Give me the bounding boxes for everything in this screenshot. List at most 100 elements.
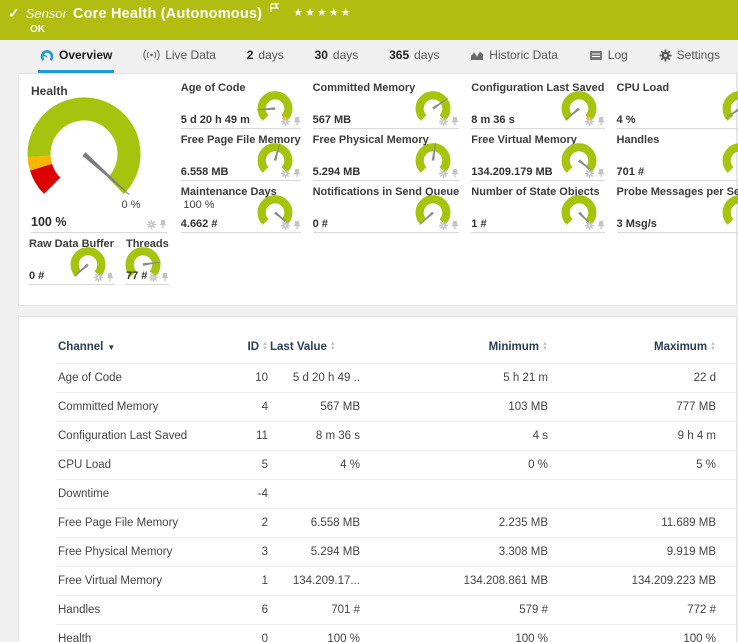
- channel-table-panel: Channel▼ ID▲▼ Last Value▲▼ Minimum▲▼ Max…: [18, 316, 737, 642]
- table-row[interactable]: CPU Load 5 4 % 0 % 5 %: [56, 451, 738, 480]
- channel-gauge-tile[interactable]: Number of State Objects 1 #: [469, 184, 604, 236]
- col-header-last-value[interactable]: Last Value▲▼: [268, 337, 360, 364]
- gear-icon[interactable]: [585, 117, 594, 126]
- priority-flag-icon[interactable]: [270, 0, 279, 18]
- channel-minimum: 3.308 MB: [360, 538, 548, 567]
- channel-maximum: 772 #: [548, 596, 716, 625]
- gear-icon[interactable]: [439, 117, 448, 126]
- col-header-minimum[interactable]: Minimum▲▼: [360, 337, 548, 364]
- pin-icon[interactable]: [451, 220, 459, 230]
- gear-icon[interactable]: [147, 220, 156, 229]
- col-header-channel[interactable]: Channel▼: [56, 337, 206, 364]
- pin-icon[interactable]: [597, 168, 605, 178]
- table-row[interactable]: Committed Memory 4 567 MB 103 MB 777 MB: [56, 393, 738, 422]
- pin-icon[interactable]: [451, 168, 459, 178]
- gear-icon[interactable]: [281, 169, 290, 178]
- health-gauge-value: 100 %: [31, 215, 66, 229]
- channel-gauge-tile[interactable]: Free Virtual Memory 134.209.179 MB: [469, 132, 604, 184]
- channel-maximum: 9.919 MB: [548, 538, 716, 567]
- channel-gauge-tile[interactable]: Notifications in Send Queue 0 #: [311, 184, 460, 236]
- gauge-value: 1 #: [471, 218, 486, 230]
- channel-last-value: 134.209.17...: [268, 567, 360, 596]
- sort-desc-icon: ▼: [107, 343, 115, 352]
- gear-icon[interactable]: [585, 169, 594, 178]
- channel-gauge-tile[interactable]: Probe Messages per Second 3 Msg/s: [615, 184, 738, 236]
- pin-icon[interactable]: [293, 220, 301, 230]
- gear-icon[interactable]: [439, 221, 448, 230]
- priority-stars[interactable]: ★★★★★: [293, 6, 352, 19]
- pin-icon[interactable]: [293, 116, 301, 126]
- channel-maximum: 22 d: [548, 364, 716, 393]
- channel-gauge-tile[interactable]: Maintenance Days 4.662 #: [179, 184, 301, 236]
- pin-icon[interactable]: [159, 219, 167, 229]
- tab-2-days[interactable]: 2days: [245, 40, 286, 73]
- tab-settings[interactable]: Settings: [657, 40, 722, 73]
- health-scale-min: 0 %: [122, 199, 141, 211]
- gear-icon[interactable]: [439, 169, 448, 178]
- channel-minimum: 5 h 21 m: [360, 364, 548, 393]
- gauge-icon: [40, 49, 54, 62]
- gauge-value: 3 Msg/s: [617, 218, 657, 230]
- channel-name: Age of Code: [56, 364, 206, 393]
- table-row[interactable]: Handles 6 701 # 579 # 772 #: [56, 596, 738, 625]
- channel-maximum: [548, 480, 716, 509]
- table-row[interactable]: Health 0 100 % 100 % 100 %: [56, 625, 738, 642]
- table-row[interactable]: Free Page File Memory 2 6.558 MB 2.235 M…: [56, 509, 738, 538]
- pin-icon[interactable]: [106, 272, 114, 282]
- channel-gauge-tile[interactable]: Threads 77 #: [124, 236, 169, 288]
- channel-gauge-tile[interactable]: CPU Load 4 %: [615, 80, 738, 132]
- tab-live-data[interactable]: Live Data: [141, 40, 218, 73]
- table-row[interactable]: Downtime -4: [56, 480, 738, 509]
- channel-gauge-tile[interactable]: Handles 701 #: [615, 132, 738, 184]
- channel-gauge-tile[interactable]: Free Page File Memory 6.558 MB: [179, 132, 301, 184]
- table-row[interactable]: Free Virtual Memory 1 134.209.17... 134.…: [56, 567, 738, 596]
- gauge-value: 701 #: [617, 166, 645, 178]
- gauge-grid: Health 0 % 100 % 100 % Age of Code: [19, 74, 736, 288]
- gauge-value: 8 m 36 s: [471, 114, 514, 126]
- gear-icon[interactable]: [281, 221, 290, 230]
- tab-365-days[interactable]: 365days: [387, 40, 441, 73]
- channel-id: 10: [206, 364, 268, 393]
- gauge-value: 0 #: [29, 270, 44, 282]
- channel-id: -4: [206, 480, 268, 509]
- channel-gauge-tile[interactable]: Configuration Last Saved 8 m 36 s: [469, 80, 604, 132]
- tab-historic-data[interactable]: Historic Data: [468, 40, 560, 73]
- gear-icon[interactable]: [281, 117, 290, 126]
- channel-id: 1: [206, 567, 268, 596]
- pin-icon[interactable]: [293, 168, 301, 178]
- table-row[interactable]: Free Physical Memory 3 5.294 MB 3.308 MB…: [56, 538, 738, 567]
- table-row[interactable]: Configuration Last Saved 11 8 m 36 s 4 s…: [56, 422, 738, 451]
- pin-icon[interactable]: [451, 116, 459, 126]
- channel-last-value: [268, 480, 360, 509]
- col-header-id[interactable]: ID▲▼: [206, 337, 268, 364]
- channel-minimum: 2.235 MB: [360, 509, 548, 538]
- gear-icon[interactable]: [94, 273, 103, 282]
- channel-gauge-tile[interactable]: Age of Code 5 d 20 h 49 m: [179, 80, 301, 132]
- table-row[interactable]: Age of Code 10 5 d 20 h 49 .. 5 h 21 m 2…: [56, 364, 738, 393]
- col-header-maximum[interactable]: Maximum▲▼: [548, 337, 716, 364]
- gear-icon: [659, 49, 672, 62]
- gauge-value: 4.662 #: [181, 218, 218, 230]
- channel-name: Handles: [56, 596, 206, 625]
- sort-icon: ▲▼: [262, 342, 268, 352]
- channel-last-value: 5.294 MB: [268, 538, 360, 567]
- channel-table-body: Age of Code 10 5 d 20 h 49 .. 5 h 21 m 2…: [56, 364, 738, 642]
- tab-overview[interactable]: Overview: [38, 40, 114, 73]
- health-arc-amber: [39, 156, 41, 167]
- health-gauge-tile[interactable]: Health 0 % 100 % 100 %: [27, 80, 169, 236]
- tab-log[interactable]: Log: [587, 40, 630, 73]
- gauges-panel: Health 0 % 100 % 100 % Age of Code: [18, 73, 737, 306]
- channel-gauge-tile[interactable]: Raw Data Buffer 0 #: [27, 236, 114, 288]
- sort-icon: ▲▼: [330, 342, 336, 352]
- gear-icon[interactable]: [585, 221, 594, 230]
- live-data-icon: [143, 49, 160, 61]
- pin-icon[interactable]: [161, 272, 169, 282]
- pin-icon[interactable]: [597, 220, 605, 230]
- gear-icon[interactable]: [149, 273, 158, 282]
- channel-table: Channel▼ ID▲▼ Last Value▲▼ Minimum▲▼ Max…: [56, 337, 738, 642]
- channel-maximum: 100 %: [548, 625, 716, 642]
- tab-30-days[interactable]: 30days: [313, 40, 361, 73]
- channel-gauge-tile[interactable]: Free Physical Memory 5.294 MB: [311, 132, 460, 184]
- pin-icon[interactable]: [597, 116, 605, 126]
- channel-gauge-tile[interactable]: Committed Memory 567 MB: [311, 80, 460, 132]
